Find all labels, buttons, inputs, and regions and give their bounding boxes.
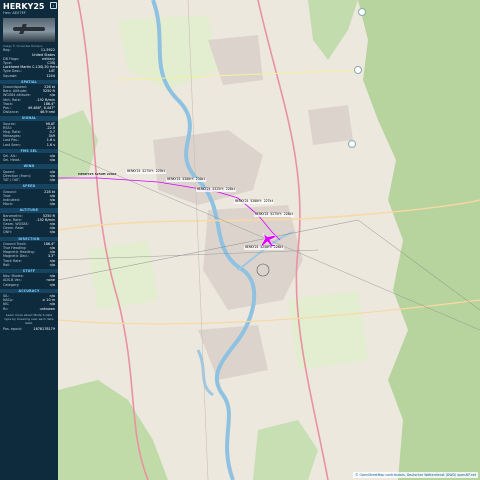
section-value: n/a (49, 158, 55, 163)
map-marker-3[interactable] (348, 140, 356, 148)
aircraft-sections: SPATIAL Groundspeed: 228 kt Baro. Altitude:… (0, 79, 58, 311)
farmland-3 (88, 240, 158, 310)
section-label: Sel. Head.: (3, 158, 22, 163)
section-value: n/a (49, 262, 55, 267)
section-row: Sel. Head.: n/a (0, 158, 58, 162)
section-row: QNH: n/a (0, 230, 58, 234)
section-header[interactable]: SIGNAL (0, 116, 58, 121)
section-label: TAT / OAT: (3, 178, 20, 183)
section-value: n/a (49, 230, 55, 235)
section-value: n/a (49, 282, 55, 287)
section-label: Last Seen: (3, 142, 21, 147)
section-label: QNH: (3, 230, 12, 235)
section-row: TAT / OAT: n/a (0, 178, 58, 182)
pos-epoch-row: Pos. epoch: 1678178179 (0, 327, 58, 331)
section-label: Category: (3, 282, 20, 287)
track-label-3: HERKY25 5300ft 230kt (166, 177, 207, 182)
aircraft-hex: Hex: AE07EF (3, 11, 26, 15)
track-label-2: HERKY25 5275ft 229kt (126, 169, 167, 174)
section-row: Category: n/a (0, 283, 58, 287)
section-row: Distance: 46.9 nmi (0, 110, 58, 114)
section-header[interactable]: FMS SEL (0, 148, 58, 154)
track-label-4: HERKY25 5325ft 228kt (196, 187, 237, 192)
section-row: Last Seen: 1.6 s (0, 143, 58, 147)
aircraft-info-list: Reg: 11-5922 United States DB Flags: militar… (0, 48, 58, 77)
section-header[interactable]: ALTITUDE (0, 208, 58, 213)
map-marker-2[interactable] (354, 66, 362, 74)
section-value: unknown (39, 306, 55, 311)
track-label-5: HERKY25 5300ft 227kt (234, 199, 275, 204)
map-attribution[interactable]: © OpenStreetMap contributors, Deutscher … (353, 472, 478, 478)
track-label-current: HERKY25 5250ft 228kt (244, 245, 285, 250)
collapse-panel-button[interactable]: ‹ (50, 2, 57, 9)
info-note: Learn more about Mode S data type by hov… (4, 312, 54, 326)
info-label: Reg: (3, 48, 11, 53)
section-header[interactable]: ACCURACY (0, 288, 58, 293)
section-header[interactable]: SPATIAL (0, 79, 58, 85)
track-label-1: HERKY25 5250ft 228kt (78, 172, 117, 176)
map-view[interactable]: HERKY25 5250ft 228kt HERKY25 5275ft 229k… (58, 0, 480, 480)
section-label: Roll: (3, 262, 11, 267)
attribution-text[interactable]: © OpenStreetMap contributors, Deutscher … (355, 473, 476, 477)
section-header[interactable]: STUFF (0, 268, 58, 274)
track-label-6: HERKY25 5275ft 228kt (254, 212, 295, 217)
section-label: Mach: (3, 202, 14, 207)
section-label: Rc: (3, 306, 9, 311)
section-value: n/a (49, 202, 55, 207)
pos-epoch-label: Pos. epoch: (3, 327, 23, 332)
section-row: Roll: n/a (0, 263, 58, 267)
section-header[interactable]: DIRECTION (0, 236, 58, 241)
section-value: 1.6 s (46, 142, 55, 147)
map-marker-1[interactable] (358, 8, 366, 16)
map-canvas[interactable] (58, 0, 480, 480)
urban-east (308, 105, 353, 145)
aircraft-silhouette (13, 27, 45, 32)
info-value: 1244 (46, 73, 55, 78)
section-header[interactable]: SPEED (0, 184, 58, 189)
pos-epoch-value: 1678178179 (33, 327, 55, 332)
aircraft-photo[interactable] (3, 18, 55, 43)
section-label: Distance: (3, 110, 19, 115)
section-header[interactable]: WIND (0, 164, 58, 169)
info-label: Squawk: (3, 73, 18, 78)
info-row: Squawk: 1244 (0, 74, 58, 78)
aircraft-callsign: HERKY25 (3, 2, 45, 11)
aircraft-info-panel: ‹ HERKY25 Hex: AE07EF Image © Vincentas … (0, 0, 58, 480)
section-row: Mach: n/a (0, 202, 58, 206)
section-value: n/a (49, 178, 55, 183)
chevron-left-icon: ‹ (52, 3, 55, 8)
section-value: 46.9 nmi (39, 110, 55, 115)
